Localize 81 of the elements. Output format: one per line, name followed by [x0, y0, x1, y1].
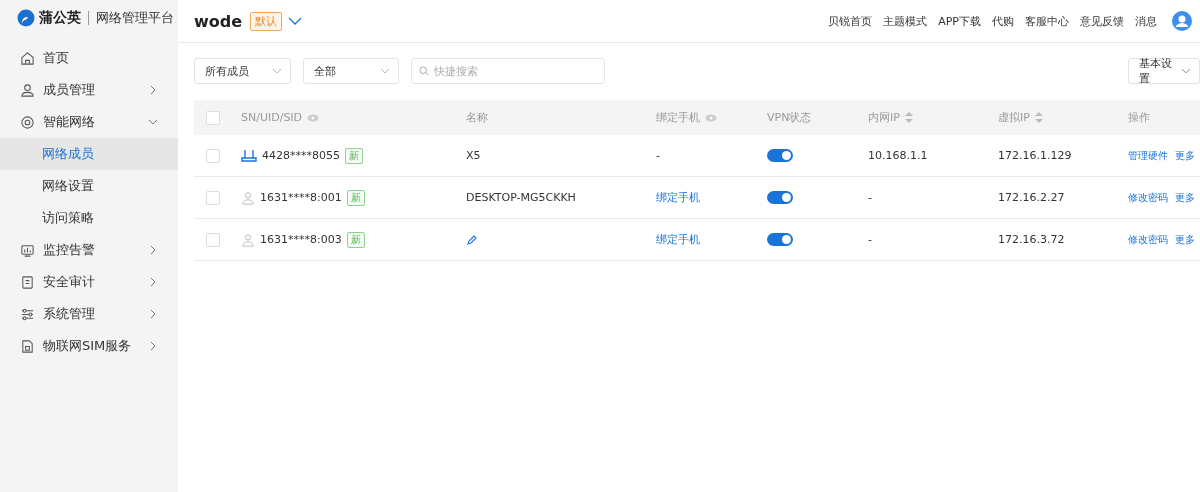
sort-icon[interactable] [1034, 112, 1043, 123]
user-icon [20, 82, 35, 98]
new-tag: 新 [345, 147, 363, 164]
sidebar-item[interactable]: 物联网SIM服务 [0, 330, 178, 362]
top-link[interactable]: 贝锐首页 [828, 13, 873, 29]
sidebar-item[interactable]: 成员管理 [0, 74, 178, 106]
chevron-icon [272, 66, 282, 76]
action-link[interactable]: 更多 [1175, 190, 1195, 205]
avatar-icon[interactable] [1172, 11, 1192, 31]
monitor-icon [20, 242, 35, 258]
eye-icon[interactable] [705, 113, 717, 122]
top-link[interactable]: 主题模式 [883, 13, 928, 29]
virtual-ip: 172.16.2.27 [998, 191, 1065, 204]
action-link[interactable]: 更多 [1175, 232, 1195, 247]
checkbox[interactable] [206, 148, 220, 163]
chevron-icon[interactable] [288, 16, 303, 26]
search-field[interactable]: 快捷搜索 [411, 58, 605, 84]
sidebar-item[interactable]: 首页 [0, 42, 178, 74]
new-tag: 新 [346, 231, 365, 248]
sidebar-item[interactable]: 智能网络 [0, 106, 178, 138]
column-header: SN/UID/SID [241, 111, 303, 124]
device-id: 4428****8055 [262, 149, 340, 162]
network-name: wode [194, 11, 243, 31]
member-name: DESKTOP-MG5CKKH [466, 191, 576, 204]
product-name: 网络管理平台 [96, 9, 174, 27]
settings-select[interactable]: 基本设置 [1128, 58, 1200, 84]
sidebar-subitem[interactable]: 网络设置 [0, 170, 178, 202]
member-name: X5 [466, 149, 481, 162]
network-icon [20, 114, 35, 130]
sim-card-icon [20, 338, 35, 354]
home-icon [20, 50, 35, 66]
top-link[interactable]: 消息 [1135, 13, 1157, 29]
sort-icon[interactable] [904, 112, 913, 123]
sidebar-item[interactable]: 监控告警 [0, 234, 178, 266]
lan-ip: 10.168.1.1 [868, 149, 928, 162]
checkbox[interactable] [206, 110, 220, 125]
top-link[interactable]: 代购 [992, 13, 1014, 29]
top-link[interactable]: 意见反馈 [1080, 13, 1124, 29]
action-link[interactable]: 管理硬件 [1128, 148, 1168, 163]
checkbox[interactable] [206, 232, 220, 247]
device-id: 1631****8:003 [260, 233, 342, 246]
virtual-ip: 172.16.3.72 [998, 233, 1065, 246]
member-type-select[interactable]: 所有成员 [194, 58, 291, 84]
sliders-icon [20, 306, 35, 322]
sidebar-item[interactable]: 系统管理 [0, 298, 178, 330]
device-id: 1631****8:001 [260, 191, 342, 204]
column-header: 名称 [466, 110, 488, 125]
chevron-icon [1181, 66, 1191, 76]
brand-name: 蒲公英 [39, 9, 81, 27]
top-link[interactable]: 客服中心 [1025, 13, 1069, 29]
column-header: 操作 [1128, 110, 1150, 125]
sidebar-subitem[interactable]: 访问策略 [0, 202, 178, 234]
action-link[interactable]: 修改密码 [1128, 190, 1168, 205]
top-link[interactable]: APP下载 [938, 13, 981, 29]
vpn-toggle[interactable] [767, 149, 793, 162]
checkbox[interactable] [206, 190, 220, 205]
phone-value: - [656, 149, 660, 162]
lan-ip: - [868, 191, 872, 204]
action-link[interactable]: 更多 [1175, 148, 1195, 163]
bind-phone-link[interactable]: 绑定手机 [656, 232, 700, 247]
sidebar-subitem[interactable]: 网络成员 [0, 138, 178, 170]
lan-ip: - [868, 233, 872, 246]
column-header: 绑定手机 [656, 110, 700, 125]
column-header: 虚拟IP [998, 110, 1030, 125]
sidebar-item[interactable]: 安全审计 [0, 266, 178, 298]
chevron-icon [380, 66, 390, 76]
column-header: VPN状态 [767, 110, 812, 125]
logo-icon [17, 9, 35, 27]
default-badge: 默认 [250, 11, 283, 31]
pencil-icon[interactable] [466, 233, 478, 246]
action-link[interactable]: 修改密码 [1128, 232, 1168, 247]
vpn-toggle[interactable] [767, 191, 793, 204]
virtual-ip: 172.16.1.129 [998, 149, 1072, 162]
vpn-toggle[interactable] [767, 233, 793, 246]
column-header: 内网IP [868, 110, 900, 125]
bind-phone-link[interactable]: 绑定手机 [656, 190, 700, 205]
document-icon [20, 274, 35, 290]
search-icon [419, 66, 429, 76]
eye-icon[interactable] [307, 113, 320, 122]
new-tag: 新 [346, 189, 365, 206]
status-select[interactable]: 全部 [303, 58, 399, 84]
